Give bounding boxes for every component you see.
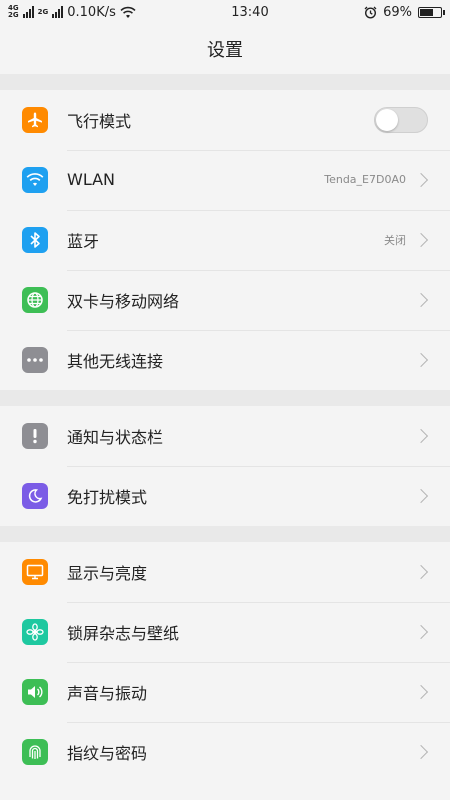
fingerprint-icon <box>22 739 48 765</box>
battery-icon <box>418 6 445 18</box>
settings-item-wlan[interactable]: WLAN Tenda_E7D0A0 <box>0 150 450 211</box>
network-type-small: 2G <box>37 7 49 16</box>
signal-icon <box>22 6 34 18</box>
settings-item-airplane-mode[interactable]: 飞行模式 <box>0 90 450 151</box>
settings-group-connectivity: 飞行模式 WLAN Tenda_E7D0A0 蓝牙 关闭 双卡与移动网络 其他无… <box>0 90 450 390</box>
settings-item-other-wireless[interactable]: 其他无线连接 <box>0 330 450 390</box>
chevron-right-icon <box>413 172 429 187</box>
settings-item-dual-sim[interactable]: 双卡与移动网络 <box>0 270 450 331</box>
group-divider <box>0 74 450 90</box>
settings-group-notifications: 通知与状态栏 免打扰模式 <box>0 406 450 526</box>
status-bar: 4G 2G 2G 0.10K/s 13:40 69% <box>0 0 450 24</box>
settings-item-lockscreen-wallpaper[interactable]: 锁屏杂志与壁纸 <box>0 602 450 663</box>
status-left: 4G 2G 2G 0.10K/s <box>8 5 136 20</box>
settings-item-sound[interactable]: 声音与振动 <box>0 662 450 723</box>
settings-item-do-not-disturb[interactable]: 免打扰模式 <box>0 466 450 526</box>
bluetooth-icon <box>22 227 48 253</box>
bluetooth-label: 蓝牙 <box>67 231 100 251</box>
moon-icon <box>22 483 48 509</box>
globe-icon <box>22 287 48 313</box>
page-title-bar: 设置 <box>0 24 450 74</box>
signal-icon-secondary <box>52 6 64 18</box>
airplane-mode-toggle[interactable] <box>374 106 428 133</box>
chevron-right-icon <box>413 352 429 368</box>
wlan-network-name: Tenda_E7D0A0 <box>324 173 406 186</box>
bluetooth-status: 关闭 <box>384 233 406 247</box>
display-label: 显示与亮度 <box>67 563 148 583</box>
settings-item-bluetooth[interactable]: 蓝牙 关闭 <box>0 210 450 271</box>
alarm-icon <box>364 6 377 19</box>
do-not-disturb-label: 免打扰模式 <box>67 488 148 507</box>
battery-percent: 69% <box>383 4 412 20</box>
chevron-right-icon <box>413 428 429 443</box>
battery-level-fill <box>420 8 434 16</box>
more-icon <box>22 347 48 373</box>
lockscreen-wallpaper-label: 锁屏杂志与壁纸 <box>67 623 180 643</box>
page-title: 设置 <box>207 40 243 61</box>
chevron-right-icon <box>413 232 429 247</box>
settings-item-display[interactable]: 显示与亮度 <box>0 542 450 603</box>
airplane-icon <box>22 107 48 133</box>
notification-icon <box>22 423 48 449</box>
wifi-icon <box>22 167 48 193</box>
network-type-secondary: 2G <box>37 7 49 16</box>
fingerprint-label: 指纹与密码 <box>67 744 148 763</box>
chevron-right-icon <box>413 624 429 639</box>
display-icon <box>22 559 48 585</box>
chevron-right-icon <box>413 488 429 504</box>
airplane-mode-label: 飞行模式 <box>67 111 132 131</box>
dual-sim-label: 双卡与移动网络 <box>67 291 180 311</box>
settings-item-fingerprint[interactable]: 指纹与密码 <box>0 722 450 782</box>
settings-group-device: 显示与亮度 锁屏杂志与壁纸 声音与振动 指纹与密码 <box>0 542 450 782</box>
flower-icon <box>22 619 48 645</box>
chevron-right-icon <box>413 292 429 307</box>
status-right: 69% <box>364 4 445 20</box>
wifi-icon <box>120 6 136 18</box>
speaker-icon <box>22 679 48 705</box>
settings-item-notifications[interactable]: 通知与状态栏 <box>0 406 450 467</box>
chevron-right-icon <box>413 564 429 579</box>
group-divider <box>0 390 450 406</box>
notifications-label: 通知与状态栏 <box>67 427 164 447</box>
group-divider <box>0 526 450 542</box>
clock: 13:40 <box>231 4 269 20</box>
network-type-indicator: 4G 2G <box>8 5 19 19</box>
chevron-right-icon <box>413 744 429 760</box>
network-type-bottom: 2G <box>8 11 19 19</box>
wlan-label: WLAN <box>67 170 116 189</box>
other-wireless-label: 其他无线连接 <box>67 352 164 371</box>
network-speed: 0.10K/s <box>67 4 116 20</box>
chevron-right-icon <box>413 684 429 699</box>
sound-label: 声音与振动 <box>67 683 148 703</box>
